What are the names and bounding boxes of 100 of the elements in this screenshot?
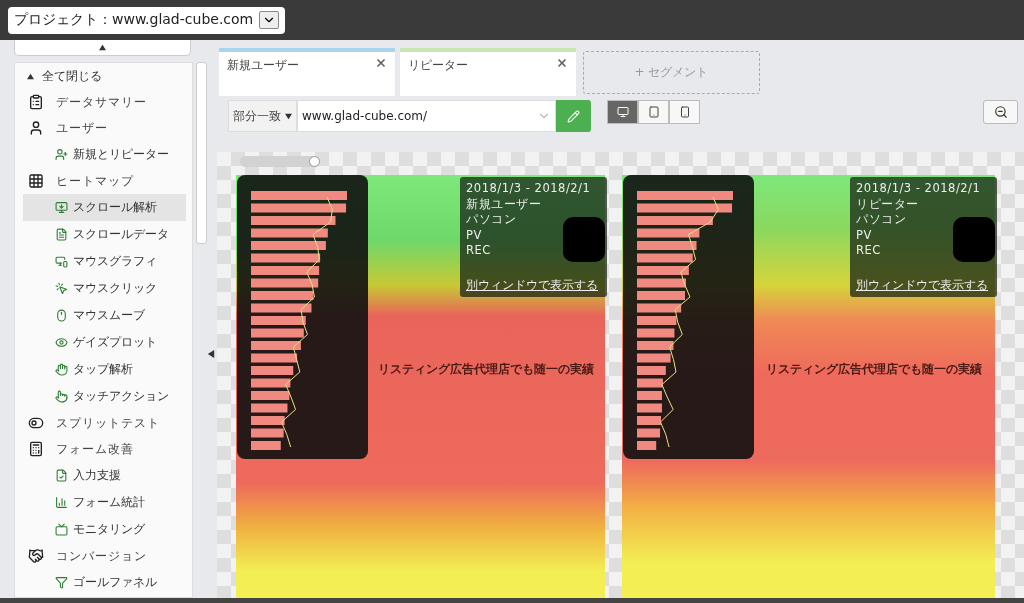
chart-bar [251, 353, 298, 363]
smartphone-icon [678, 106, 691, 118]
edit-button[interactable] [556, 100, 591, 132]
mouse-click-icon [55, 282, 68, 295]
chart-bar [251, 366, 294, 375]
chart-bar [251, 253, 321, 263]
zoom-out-button[interactable] [983, 100, 1018, 124]
hand-icon [55, 363, 68, 376]
open-window-link[interactable]: 別ウィンドウで表示する [856, 278, 991, 293]
metric-text: PV [856, 227, 873, 243]
scrollbar-thumb[interactable] [195, 62, 207, 244]
user-icon [28, 120, 44, 136]
mouse-icon [55, 309, 68, 322]
page-heading: リスティング広告代理店でも随一の実績 [376, 361, 595, 378]
date-range-text: 2018/1/3 - 2018/2/1 [466, 181, 592, 197]
filter-icon [55, 576, 68, 589]
sidebar-subitem[interactable]: タッチアクション [23, 383, 187, 410]
sidebar-subitem[interactable]: 新規とリピーター [23, 141, 187, 168]
chart-bar [251, 291, 314, 300]
sidebar-item[interactable]: ユーザー [23, 115, 193, 141]
project-label: プロジェクト：www.glad-cube.com [14, 11, 254, 29]
chart-bar [637, 428, 661, 438]
sidebar-subitem[interactable]: ゴールファネル [23, 569, 187, 596]
chart-bar [637, 353, 671, 363]
sidebar-subitem[interactable]: スクロール解析 [23, 194, 187, 221]
chart-bar [637, 291, 685, 300]
zoom-out-icon [993, 105, 1008, 119]
mode-text: REC [856, 243, 882, 259]
chart-bar [637, 316, 677, 325]
device-toggle-button[interactable] [638, 100, 669, 124]
pointer-icon [55, 390, 68, 403]
open-window-link[interactable]: 別ウィンドウで表示する [466, 278, 601, 293]
caret-icon [27, 72, 34, 80]
slider-thumb[interactable] [309, 156, 320, 167]
chart-bar [637, 266, 689, 275]
caret-icon [285, 112, 292, 120]
chart-bar [637, 228, 700, 238]
monitor-icon [55, 201, 68, 214]
sidebar-item[interactable]: ヒートマップ [23, 168, 193, 194]
device-toggle-button[interactable] [607, 100, 638, 124]
chart-bar [637, 366, 666, 375]
sidebar-subitem[interactable]: モニタリング [23, 516, 187, 543]
zoom-slider[interactable] [240, 156, 320, 167]
segment-tab[interactable]: リピーター [400, 48, 576, 96]
sidebar-subitem[interactable]: タップ解析 [23, 356, 187, 383]
handshake-icon [28, 548, 44, 564]
tv-icon [55, 523, 68, 536]
chart-bar [251, 316, 306, 325]
collapse-tab[interactable] [14, 40, 191, 56]
chart-bar [637, 253, 693, 263]
sidebar-item[interactable]: フォーム改善 [23, 436, 193, 462]
device-toggle-button[interactable] [669, 100, 700, 124]
sidebar-subitem[interactable]: マウスグラフィ [23, 248, 187, 275]
chart-bar [637, 441, 657, 450]
metric-text: PV [466, 227, 483, 243]
date-range-text: 2018/1/3 - 2018/2/1 [856, 181, 982, 197]
collapse-all-link[interactable]: 全て閉じる [23, 67, 102, 85]
clipboard-icon [28, 94, 44, 110]
segment-tab[interactable]: 新規ユーザー [219, 48, 395, 96]
dropdown-button[interactable] [259, 11, 279, 29]
segment-text: 新規ユーザー [466, 196, 542, 212]
segment-label: 新規ユーザー [227, 57, 299, 74]
dark-rounded-tile [563, 217, 605, 262]
bar-chart-icon [55, 496, 68, 509]
sidebar-item[interactable]: コンバージョン [23, 543, 193, 569]
chart-bar [637, 278, 686, 288]
sidebar-subitem[interactable]: フォーム統計 [23, 489, 187, 516]
tablet-icon [647, 106, 660, 118]
sidebar-subitem[interactable]: スクロールデータ [23, 221, 187, 248]
chart-bar [251, 391, 290, 400]
form-check-icon [55, 469, 68, 482]
close-icon[interactable] [375, 57, 387, 69]
project-select[interactable]: プロジェクト：www.glad-cube.com [8, 6, 285, 34]
chart-bar [251, 378, 291, 388]
chart-bar [251, 403, 288, 413]
segment-label: リピーター [408, 57, 468, 74]
chart-bar [251, 441, 281, 450]
caret-icon [99, 44, 106, 51]
sidebar-item[interactable]: スプリットテスト [23, 410, 193, 436]
sidebar-item[interactable]: データサマリー [23, 89, 193, 115]
close-icon[interactable] [556, 57, 568, 69]
sidebar-subitem[interactable]: ゲイズプロット [23, 329, 187, 356]
url-input-field[interactable]: www.glad-cube.com/ [297, 100, 556, 132]
chart-bar [637, 341, 674, 350]
sidebar-subitem[interactable]: 入力支援 [23, 462, 187, 489]
sidebar-subitem[interactable]: マウスムーブ [23, 302, 187, 329]
device-text: パソコン [856, 212, 907, 228]
pencil-icon [567, 109, 580, 123]
page-heading: リスティング広告代理店でも随一の実績 [764, 361, 983, 378]
match-type-select[interactable]: 部分一致 [228, 100, 297, 132]
mode-text: REC [466, 243, 492, 259]
desktop-icon [616, 106, 629, 118]
dark-rounded-tile [953, 217, 995, 262]
chart-bar [637, 403, 662, 413]
grid-icon [28, 173, 44, 189]
chart-bar [251, 341, 301, 350]
monitor-icon [55, 255, 68, 268]
chart-bar [637, 303, 682, 313]
sidebar-subitem[interactable]: マウスクリック [23, 275, 187, 302]
chart-bar [251, 428, 284, 438]
